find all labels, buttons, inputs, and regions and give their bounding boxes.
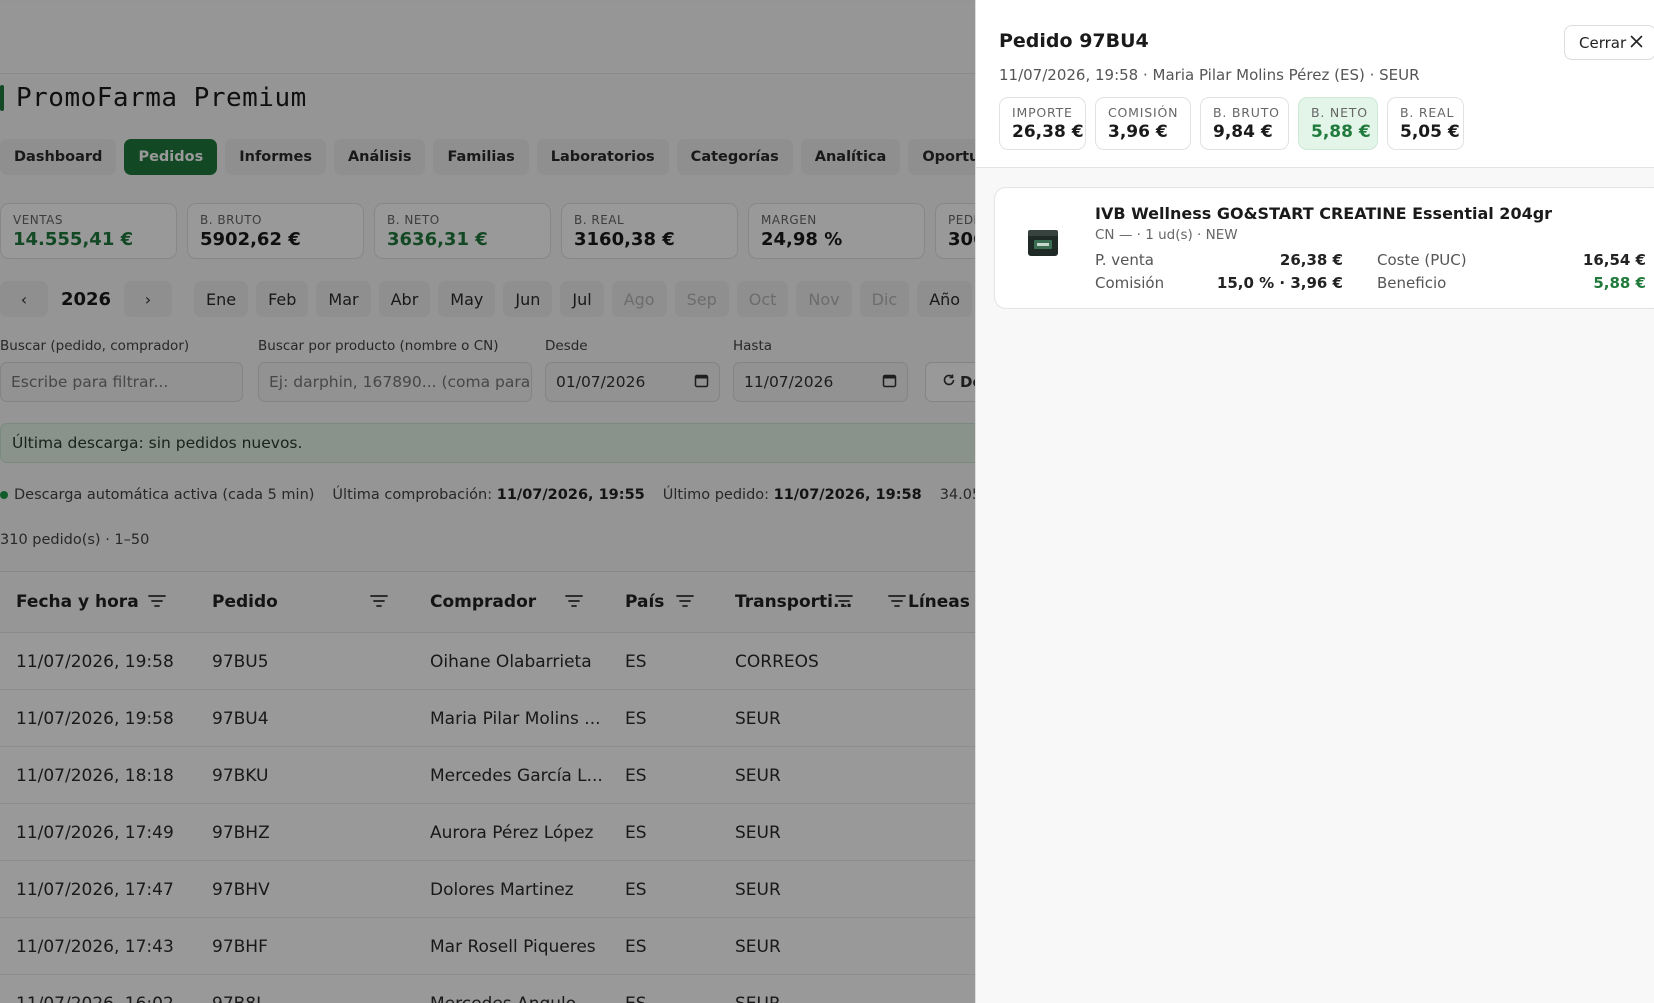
kpi-label: B. BRUTO — [1213, 105, 1280, 120]
kpi-value: 26,38 € — [1012, 122, 1084, 142]
kpi-label: COMISIÓN — [1108, 105, 1179, 120]
coste-value: 16,54 € — [1582, 251, 1646, 269]
kpi-value: 5,88 € — [1311, 122, 1371, 142]
panel-title: Pedido 97BU4 — [999, 30, 1149, 52]
order-kpi-neto: B. NETO 5,88 € — [1298, 97, 1378, 150]
order-kpi-bruto: B. BRUTO 9,84 € — [1200, 97, 1289, 150]
close-button[interactable]: Cerrar — [1564, 25, 1654, 60]
close-icon — [1630, 33, 1643, 53]
kpi-value: 3,96 € — [1108, 122, 1168, 142]
kpi-label: B. REAL — [1400, 105, 1455, 120]
panel-subtitle: 11/07/2026, 19:58 · Maria Pilar Molins P… — [999, 66, 1420, 84]
beneficio-value: 5,88 € — [1593, 274, 1646, 292]
comision-value: 15,0 % · 3,96 € — [1216, 274, 1343, 292]
pventa-value: 26,38 € — [1279, 251, 1343, 269]
product-name: IVB Wellness GO&START CREATINE Essential… — [1095, 204, 1553, 223]
order-kpi-importe: IMPORTE 26,38 € — [999, 97, 1086, 150]
pventa-label: P. venta — [1095, 251, 1154, 269]
beneficio-label: Beneficio — [1377, 274, 1447, 292]
coste-label: Coste (PUC) — [1377, 251, 1467, 269]
order-kpis: IMPORTE 26,38 € COMISIÓN 3,96 € B. BRUTO… — [999, 97, 1464, 150]
close-button-label: Cerrar — [1579, 33, 1627, 52]
kpi-value: 5,05 € — [1400, 122, 1460, 142]
product-meta: CN — · 1 ud(s) · NEW — [1095, 227, 1238, 243]
kpi-label: B. NETO — [1311, 105, 1368, 120]
comision-label: Comisión — [1095, 274, 1165, 292]
order-kpi-real: B. REAL 5,05 € — [1387, 97, 1464, 150]
order-line-card: IVB Wellness GO&START CREATINE Essential… — [994, 187, 1654, 309]
panel-header: Pedido 97BU4 11/07/2026, 19:58 · Maria P… — [976, 0, 1654, 168]
order-kpi-comision: COMISIÓN 3,96 € — [1095, 97, 1191, 150]
product-image — [1025, 226, 1061, 258]
order-detail-panel: Pedido 97BU4 11/07/2026, 19:58 · Maria P… — [975, 0, 1654, 1003]
kpi-value: 9,84 € — [1213, 122, 1273, 142]
modal-backdrop[interactable] — [0, 0, 975, 1003]
kpi-label: IMPORTE — [1012, 105, 1073, 120]
